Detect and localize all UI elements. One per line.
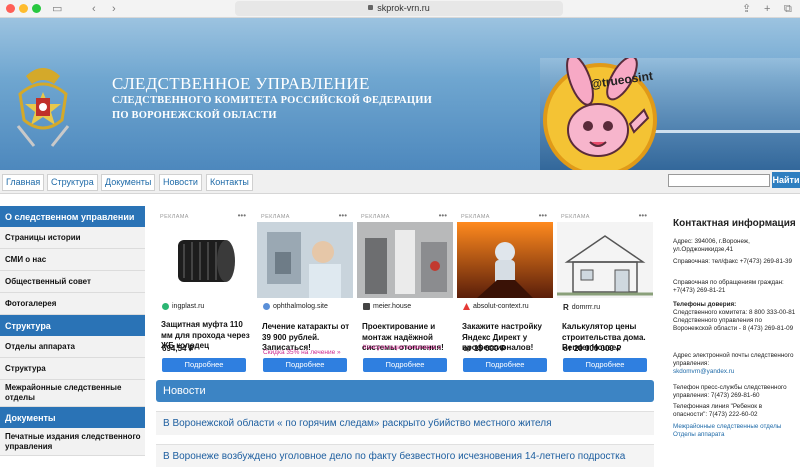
nav-home[interactable]: Главная xyxy=(2,174,45,191)
nav-documents[interactable]: Документы xyxy=(101,174,156,191)
ad-details-button[interactable]: Подробнее xyxy=(363,358,447,372)
address-bar[interactable]: skprok-vrn.ru xyxy=(235,1,563,16)
ad-card[interactable]: РЕКЛАМА ••• Rdomrrr.ru Калькулятор цены … xyxy=(557,210,653,375)
contacts-trust-label: Телефоны доверия: xyxy=(673,301,737,308)
ad-details-button[interactable]: Подробнее xyxy=(463,358,547,372)
minimize-window-button[interactable] xyxy=(19,4,28,13)
ad-image xyxy=(557,222,653,298)
sidebar-item-publications[interactable]: Печатные издания следственного управлени… xyxy=(0,428,145,456)
contacts-trust-phones: Следственного комитета: 8 800 333-00-81 … xyxy=(673,309,796,332)
sidebar: О следственном управлении Страницы истор… xyxy=(0,206,145,467)
ad-card[interactable]: РЕКЛАМА ••• ingplast.ru Защитная муфта 1… xyxy=(156,210,252,375)
contacts-press-phone: Телефон пресс-службы следственного управ… xyxy=(673,384,787,399)
ad-details-button[interactable]: Подробнее xyxy=(563,358,647,372)
sidebar-item-interdistrict[interactable]: Межрайонные следственные отделы xyxy=(0,380,145,407)
ad-price: от 20 000 000 ₽ xyxy=(563,344,622,353)
ad-subtitle[interactable]: Консультация инженера » xyxy=(363,344,441,351)
meier-icon xyxy=(363,303,370,310)
ad-domain[interactable]: ingplast.ru xyxy=(162,303,204,310)
new-tab-icon[interactable]: + xyxy=(764,2,770,16)
ad-details-button[interactable]: Подробнее xyxy=(162,358,246,372)
ad-price: от 15 000 ₽ xyxy=(463,344,506,353)
contacts-links[interactable]: Межрайонные следственные отделы Отделы а… xyxy=(673,423,797,439)
ad-details-button[interactable]: Подробнее xyxy=(263,358,347,372)
share-icon[interactable]: ⇪ xyxy=(742,2,751,16)
ad-domain[interactable]: meier.house xyxy=(363,303,411,310)
ad-image xyxy=(457,222,553,298)
header-title: СЛЕДСТВЕННОЕ УПРАВЛЕНИЕ xyxy=(112,74,370,93)
header-subtitle: СЛЕДСТВЕННОГО КОМИТЕТА РОССИЙСКОЙ ФЕДЕРА… xyxy=(112,95,433,106)
more-icon[interactable]: ••• xyxy=(238,211,246,220)
sidebar-toggle-icon[interactable]: ▭ xyxy=(52,2,62,16)
more-icon[interactable]: ••• xyxy=(639,211,647,220)
ad-card[interactable]: РЕКЛАМА ••• absolut-context.ru Закажите … xyxy=(457,210,553,375)
lock-icon xyxy=(368,5,374,11)
ad-label: РЕКЛАМА xyxy=(361,214,390,220)
ad-image xyxy=(257,222,353,298)
ad-label: РЕКЛАМА xyxy=(160,214,189,220)
ad-image xyxy=(357,222,453,298)
news-item[interactable]: В Воронеже возбуждено уголовное дело по … xyxy=(156,444,654,467)
contacts-child-line: Телефонная линия "Ребенок в опасности": … xyxy=(673,403,763,418)
ads-block: РЕКЛАМА ••• ingplast.ru Защитная муфта 1… xyxy=(156,210,654,375)
site-header: СЛЕДСТВЕННОЕ УПРАВЛЕНИЕ СЛЕДСТВЕННОГО КО… xyxy=(0,18,800,170)
main-nav: Главная Структура Документы Новости Конт… xyxy=(0,170,800,194)
tabs-overview-icon[interactable]: ⧉ xyxy=(784,2,792,16)
more-icon[interactable]: ••• xyxy=(439,211,447,220)
ad-subtitle[interactable]: Скидка 35% на лечение » xyxy=(263,349,341,356)
header-subtitle-region: ПО ВОРОНЕЖСКОЙ ОБЛАСТИ xyxy=(112,110,277,121)
news-heading: Новости xyxy=(156,380,654,402)
ad-card[interactable]: РЕКЛАМА ••• meier.house Проектирование и… xyxy=(357,210,453,375)
sidebar-item-history[interactable]: Страницы истории xyxy=(0,227,145,249)
more-icon[interactable]: ••• xyxy=(539,211,547,220)
sidebar-item-structure[interactable]: Структура xyxy=(0,358,145,380)
ad-domain[interactable]: absolut-context.ru xyxy=(463,303,529,310)
ad-label: РЕКЛАМА xyxy=(261,214,290,220)
sidebar-section-about[interactable]: О следственном управлении xyxy=(0,206,145,227)
ad-domain[interactable]: Rdomrrr.ru xyxy=(563,303,600,312)
ad-image xyxy=(156,222,252,298)
sidebar-item-council[interactable]: Общественный совет xyxy=(0,271,145,293)
more-icon[interactable]: ••• xyxy=(339,211,347,220)
nav-news[interactable]: Новости xyxy=(159,174,202,191)
sidebar-item-gallery[interactable]: Фотогалерея xyxy=(0,293,145,315)
contacts-address: Адрес: 394006, г.Воронеж, ул.Орджоникидз… xyxy=(673,238,750,253)
close-window-button[interactable] xyxy=(6,4,15,13)
contacts-email-link[interactable]: skdomvrn@yandex.ru xyxy=(673,368,797,376)
forward-icon[interactable]: › xyxy=(112,2,116,16)
emblem-icon xyxy=(16,68,70,147)
ophthalmolog-icon xyxy=(263,303,270,310)
sidebar-item-departments[interactable]: Отделы аппарата xyxy=(0,336,145,358)
zoom-window-button[interactable] xyxy=(32,4,41,13)
absolut-icon xyxy=(463,303,470,310)
contacts-citizens-phone: Справочная по обращениям граждан: +7(473… xyxy=(673,279,784,294)
url-text: skprok-vrn.ru xyxy=(377,3,430,13)
search-input[interactable] xyxy=(668,174,770,187)
nav-contacts[interactable]: Контакты xyxy=(206,174,253,191)
sidebar-section-documents[interactable]: Документы xyxy=(0,407,145,428)
page: ▭ ‹ › skprok-vrn.ru ⇪ + ⧉ СЛЕДСТВЕННОЕ У… xyxy=(0,0,800,467)
search-button[interactable]: Найти xyxy=(772,172,800,188)
ad-label: РЕКЛАМА xyxy=(461,214,490,220)
domrrr-icon: R xyxy=(563,303,569,312)
back-icon[interactable]: ‹ xyxy=(92,2,96,16)
contacts-help-phone: Справочная: тел/факс +7(473) 269-81-39 xyxy=(673,258,793,265)
contacts-email-label: Адрес электронной почты следственного уп… xyxy=(673,352,794,367)
browser-toolbar: ▭ ‹ › skprok-vrn.ru ⇪ + ⧉ xyxy=(0,0,800,18)
ad-price: 694,54 ₽ xyxy=(162,344,194,353)
contacts-panel: Контактная информация Адрес: 394006, г.В… xyxy=(668,206,800,467)
ingplast-icon xyxy=(162,303,169,310)
sidebar-section-structure[interactable]: Структура xyxy=(0,315,145,336)
news-item[interactable]: В Воронежской области « по горячим следа… xyxy=(156,411,654,435)
ad-card[interactable]: РЕКЛАМА ••• ophthalmolog.site Лечение ка… xyxy=(257,210,353,375)
ad-domain[interactable]: ophthalmolog.site xyxy=(263,303,328,310)
sidebar-item-media[interactable]: СМИ о нас xyxy=(0,249,145,271)
ad-label: РЕКЛАМА xyxy=(561,214,590,220)
contacts-heading: Контактная информация xyxy=(673,218,796,229)
nav-structure[interactable]: Структура xyxy=(47,174,98,191)
